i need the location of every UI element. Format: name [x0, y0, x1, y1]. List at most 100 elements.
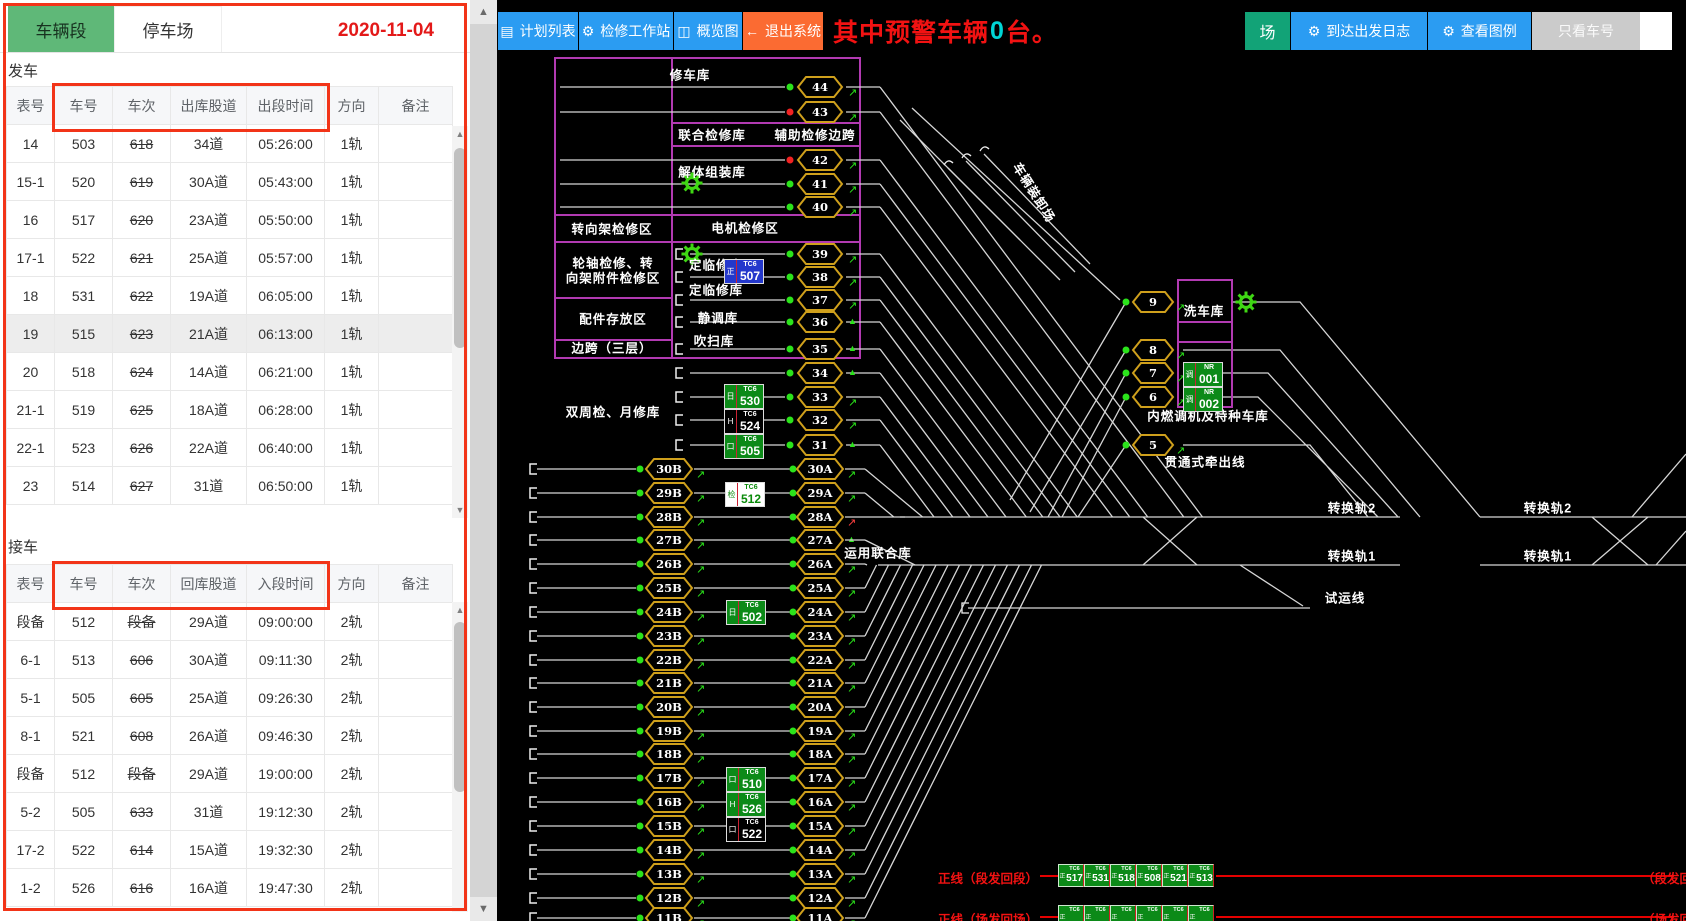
- table-row[interactable]: 1651762023A道05:50:001轨: [7, 201, 453, 239]
- signal-dot: [637, 657, 644, 664]
- cell: 26A道: [171, 717, 247, 755]
- table-row[interactable]: 1951562321A道06:13:001轨: [7, 315, 453, 353]
- track-number: 14A: [808, 843, 834, 857]
- route-arrow-icon: ↗: [847, 683, 856, 695]
- route-arrow-icon: ↗: [696, 517, 705, 529]
- track-number: 19A: [808, 724, 834, 738]
- route-arrow-icon: ↗: [847, 636, 856, 648]
- track-number: 18B: [656, 747, 682, 761]
- arrival-scrollbar[interactable]: ▲: [452, 602, 468, 912]
- track-number: 25A: [808, 581, 834, 595]
- table-row[interactable]: 6-151360630A道09:11:302轨: [7, 641, 453, 679]
- tab-parking-lot[interactable]: 停车场: [114, 6, 222, 52]
- route-arrow-icon: ↗: [848, 112, 857, 124]
- cell: 06:40:00: [247, 429, 325, 467]
- table-row[interactable]: 17-252261415A道19:32:302轨: [7, 831, 453, 869]
- only-car-number-button[interactable]: 只看车号: [1532, 12, 1640, 50]
- view-legend-button[interactable]: ⚙ 查看图例: [1428, 12, 1531, 50]
- page-scrollbar[interactable]: ▲ ▼: [470, 0, 497, 921]
- signal-dot: [787, 181, 794, 188]
- gear-alert-icon[interactable]: [682, 173, 703, 194]
- table-row[interactable]: 22-152362622A道06:40:001轨: [7, 429, 453, 467]
- table-row[interactable]: 2351462731道06:50:001轨: [7, 467, 453, 505]
- cell: 1轨: [325, 353, 379, 391]
- route-arrow-icon: ↗: [696, 731, 705, 743]
- signal-dot: [787, 274, 794, 281]
- scroll-thumb[interactable]: [454, 148, 466, 348]
- cell: [379, 125, 453, 163]
- route-arrow-icon: ↗: [847, 588, 856, 600]
- cell: 620: [113, 201, 171, 239]
- cell: 2轨: [325, 717, 379, 755]
- cell: 29A道: [171, 755, 247, 793]
- cell: 09:11:30: [247, 641, 325, 679]
- table-row[interactable]: 8-152160826A道09:46:302轨: [7, 717, 453, 755]
- track-number: 42: [812, 153, 828, 167]
- cell: 2轨: [325, 869, 379, 907]
- up-arrow-icon: ▲: [848, 439, 857, 449]
- cell: 05:26:00: [247, 125, 325, 163]
- signal-dot: [790, 871, 797, 878]
- arrival-departure-log-button[interactable]: ⚙ 到达出发日志: [1291, 12, 1427, 50]
- departure-table: 表号车号车次出库股道出段时间方向备注 1450361834道05:26:001轨…: [6, 86, 453, 505]
- cell: 06:28:00: [247, 391, 325, 429]
- signal-dot: [637, 915, 644, 921]
- exit-system-button[interactable]: ← 退出系统: [743, 12, 823, 50]
- track-number: 20A: [808, 700, 834, 714]
- route-arrow-icon: ↗: [696, 660, 705, 672]
- table-row[interactable]: 5-250563331道19:12:302轨: [7, 793, 453, 831]
- route-arrow-icon: ↗: [847, 564, 856, 576]
- signal-dot: [637, 561, 644, 568]
- warning-count: 0: [989, 17, 1006, 46]
- cell: 2轨: [325, 793, 379, 831]
- workstation-button[interactable]: ⚙ 检修工作站: [579, 12, 673, 50]
- table-row[interactable]: 21-151962518A道06:28:001轨: [7, 391, 453, 429]
- signal-dot: [637, 537, 644, 544]
- cell: 14A道: [171, 353, 247, 391]
- only-car-number-checkbox[interactable]: [1640, 12, 1672, 50]
- table-row[interactable]: 段备512段备29A道19:00:002轨: [7, 755, 453, 793]
- scroll-down-icon[interactable]: ▼: [470, 897, 497, 921]
- cell: 31道: [171, 467, 247, 505]
- cell: 05:57:00: [247, 239, 325, 277]
- plan-list-button[interactable]: ▤ 计划列表: [498, 12, 578, 50]
- cell: 605: [113, 679, 171, 717]
- track-number: 19B: [656, 724, 682, 738]
- table-row[interactable]: 15-152061930A道05:43:001轨: [7, 163, 453, 201]
- cell: 5-2: [7, 793, 55, 831]
- arrow-left-icon: ←: [745, 23, 759, 39]
- table-row[interactable]: 段备512段备29A道09:00:002轨: [7, 603, 453, 641]
- departure-scrollbar[interactable]: ▲ ▼: [452, 126, 468, 518]
- cell: 1-2: [7, 869, 55, 907]
- table-row[interactable]: 1450361834道05:26:001轨: [7, 125, 453, 163]
- track-number: 5: [1149, 438, 1157, 452]
- tab-depot[interactable]: 车辆段: [8, 6, 114, 52]
- cell: [379, 793, 453, 831]
- scroll-up-icon[interactable]: ▲: [452, 126, 468, 142]
- signal-dot: [790, 680, 797, 687]
- table-row[interactable]: 2051862414A道06:21:001轨: [7, 353, 453, 391]
- route-arrow-icon: ↗: [696, 802, 705, 814]
- track-number: 22A: [808, 653, 834, 667]
- cell: [379, 201, 453, 239]
- table-row[interactable]: 1853162219A道06:05:001轨: [7, 277, 453, 315]
- field-button[interactable]: 场: [1245, 12, 1290, 50]
- scroll-up-icon[interactable]: ▲: [452, 602, 468, 618]
- cell: 22-1: [7, 429, 55, 467]
- table-row[interactable]: 5-150560525A道09:26:302轨: [7, 679, 453, 717]
- table-row[interactable]: 17-152262125A道05:57:001轨: [7, 239, 453, 277]
- scroll-down-icon[interactable]: ▼: [452, 502, 468, 518]
- scroll-thumb[interactable]: [454, 622, 466, 792]
- track-number: 41: [812, 177, 828, 191]
- overview-button[interactable]: ◫ 概览图: [674, 12, 742, 50]
- scroll-up-icon[interactable]: ▲: [470, 0, 497, 24]
- cell: 17-2: [7, 831, 55, 869]
- table-row[interactable]: 1-252661616A道19:47:302轨: [7, 869, 453, 907]
- cell: 段备: [7, 603, 55, 641]
- signal-dot: [637, 775, 644, 782]
- cell: 1轨: [325, 391, 379, 429]
- cell: 18: [7, 277, 55, 315]
- cell: 505: [55, 679, 113, 717]
- track-number: 23A: [808, 629, 834, 643]
- route-arrow-icon: ↗: [696, 754, 705, 766]
